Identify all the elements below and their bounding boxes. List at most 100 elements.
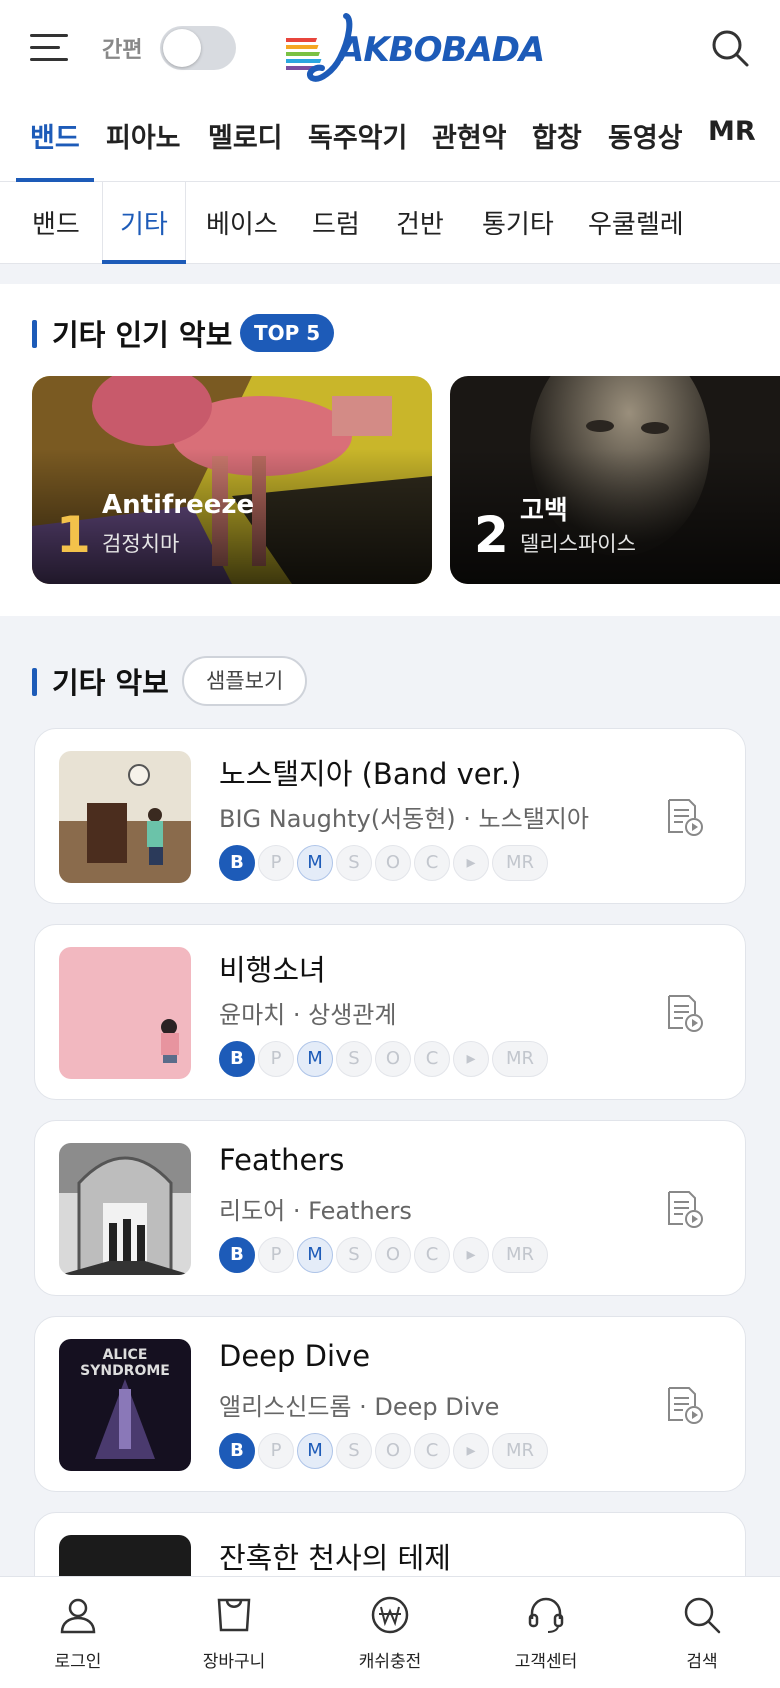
popular-sheets-section: 기타 인기 악보 TOP 5 1 Antifreeze 검정치마 2 고백 델리… — [0, 284, 780, 616]
search-icon[interactable] — [710, 28, 750, 68]
album-thumbnail — [59, 1143, 191, 1275]
album-thumbnail — [59, 947, 191, 1079]
sheet-list-item[interactable]: ALICE SYNDROME Deep Dive 앨리스신드롬 · Deep D… — [34, 1316, 746, 1492]
subtab-guitar[interactable]: 기타 — [120, 204, 168, 241]
top5-badge: TOP 5 — [240, 314, 335, 352]
chip-c[interactable]: C — [414, 1433, 450, 1469]
subtab-keyboard[interactable]: 건반 — [396, 204, 444, 241]
rank-number: 1 — [56, 506, 91, 564]
chip-b[interactable]: B — [219, 1237, 255, 1273]
simple-mode-label: 간편 — [102, 38, 143, 63]
nav-label: 장바구니 — [202, 1652, 266, 1672]
sheet-list-item[interactable]: 비행소녀 윤마치 · 상생관계 B P M S O C ▸ MR — [34, 924, 746, 1100]
search-icon — [684, 1597, 721, 1634]
card-gradient — [32, 376, 432, 584]
sheet-list-item[interactable]: 노스탤지아 (Band ver.) BIG Naughty(서동현) · 노스탤… — [34, 728, 746, 904]
subtab-acoustic-guitar[interactable]: 통기타 — [482, 204, 554, 241]
chip-b[interactable]: B — [219, 1433, 255, 1469]
chip-s[interactable]: S — [336, 1041, 372, 1077]
chip-p[interactable]: P — [258, 1041, 294, 1077]
sheet-list-item[interactable]: Feathers 리도어 · Feathers B P M S O C ▸ MR — [34, 1120, 746, 1296]
sheet-preview-icon[interactable] — [665, 1385, 705, 1425]
sheet-preview-icon[interactable] — [665, 1189, 705, 1229]
sheet-artist: BIG Naughty(서동현) · 노스탤지아 — [219, 805, 589, 833]
chip-s[interactable]: S — [336, 1433, 372, 1469]
chip-m[interactable]: M — [297, 1433, 333, 1469]
sheet-artist: 리도어 · Feathers — [219, 1197, 412, 1225]
person-icon — [60, 1598, 96, 1634]
chip-o[interactable]: O — [375, 845, 411, 881]
popular-card-artist: 검정치마 — [102, 532, 180, 556]
popular-card[interactable]: 1 Antifreeze 검정치마 — [32, 376, 432, 584]
tab-choir[interactable]: 합창 — [532, 116, 582, 155]
chip-o[interactable]: O — [375, 1433, 411, 1469]
tab-band[interactable]: 밴드 — [30, 116, 80, 155]
chip-p[interactable]: P — [258, 1433, 294, 1469]
chip-c[interactable]: C — [414, 845, 450, 881]
sheet-title: Deep Dive — [219, 1339, 371, 1373]
tab-mr[interactable]: MR — [708, 116, 756, 147]
subtab-bass[interactable]: 베이스 — [206, 204, 278, 241]
sample-view-button[interactable]: 샘플보기 — [182, 656, 308, 706]
nav-customer-center[interactable]: 고객센터 — [468, 1577, 624, 1688]
chip-c[interactable]: C — [414, 1041, 450, 1077]
nav-search[interactable]: 검색 — [624, 1577, 780, 1688]
rank-number: 2 — [474, 506, 509, 564]
chip-mr[interactable]: MR — [492, 1433, 548, 1469]
tab-orchestra[interactable]: 관현악 — [432, 116, 507, 155]
tab-solo-instrument[interactable]: 독주악기 — [308, 116, 407, 155]
main-category-tabs: 밴드 피아노 멜로디 독주악기 관현악 합창 동영상 MR — [0, 98, 780, 182]
guitar-sheets-title: 기타 악보 — [52, 666, 169, 700]
headset-icon — [528, 1597, 564, 1633]
album-thumbnail — [59, 751, 191, 883]
sheet-title: 비행소녀 — [219, 953, 326, 987]
tab-video[interactable]: 동영상 — [608, 116, 683, 155]
chip-s[interactable]: S — [336, 845, 372, 881]
chip-o[interactable]: O — [375, 1041, 411, 1077]
sheet-artist: 윤마치 · 상생관계 — [219, 1001, 397, 1029]
sheet-artist: 앨리스신드롬 · Deep Dive — [219, 1393, 500, 1421]
sheet-title: 잔혹한 천사의 테제 — [219, 1541, 451, 1575]
chip-b[interactable]: B — [219, 845, 255, 881]
nav-cash-charge[interactable]: 캐쉬충전 — [312, 1577, 468, 1688]
popular-card-title: Antifreeze — [102, 490, 255, 520]
chip-b[interactable]: B — [219, 1041, 255, 1077]
album-cover-text: ALICE SYNDROME — [80, 1347, 170, 1379]
tab-piano[interactable]: 피아노 — [106, 116, 181, 155]
chip-play[interactable]: ▸ — [453, 1433, 489, 1469]
popular-card-title: 고백 — [520, 496, 568, 526]
chip-p[interactable]: P — [258, 1237, 294, 1273]
simple-mode-toggle[interactable] — [160, 26, 236, 70]
sheet-preview-icon[interactable] — [665, 993, 705, 1033]
chip-play[interactable]: ▸ — [453, 1041, 489, 1077]
chip-o[interactable]: O — [375, 1237, 411, 1273]
sheet-preview-icon[interactable] — [665, 797, 705, 837]
chip-m[interactable]: M — [297, 845, 333, 881]
popular-card[interactable]: 2 고백 델리스파이스 — [450, 376, 780, 584]
tab-melody[interactable]: 멜로디 — [208, 116, 283, 155]
chip-play[interactable]: ▸ — [453, 845, 489, 881]
chip-mr[interactable]: MR — [492, 1237, 548, 1273]
nav-login[interactable]: 로그인 — [0, 1577, 156, 1688]
chip-c[interactable]: C — [414, 1237, 450, 1273]
subtab-band[interactable]: 밴드 — [32, 204, 80, 241]
chip-m[interactable]: M — [297, 1237, 333, 1273]
chip-mr[interactable]: MR — [492, 1041, 548, 1077]
nav-label: 캐쉬충전 — [358, 1652, 422, 1672]
chip-s[interactable]: S — [336, 1237, 372, 1273]
chip-m[interactable]: M — [297, 1041, 333, 1077]
bottom-navigation: 로그인 장바구니 캐쉬충전 고객센터 검색 — [0, 1576, 780, 1688]
chip-mr[interactable]: MR — [492, 845, 548, 881]
popular-card-artist: 델리스파이스 — [520, 532, 636, 556]
nav-cart[interactable]: 장바구니 — [156, 1577, 312, 1688]
subtab-drum[interactable]: 드럼 — [312, 204, 360, 241]
sub-category-tabs: 밴드 기타 베이스 드럼 건반 통기타 우쿨렐레 — [0, 182, 780, 264]
won-coin-icon — [371, 1596, 409, 1634]
shopping-bag-icon — [217, 1598, 251, 1632]
chip-p[interactable]: P — [258, 845, 294, 881]
chip-play[interactable]: ▸ — [453, 1237, 489, 1273]
section-accent-bar — [32, 320, 37, 348]
subtab-ukulele[interactable]: 우쿨렐레 — [588, 204, 684, 241]
hamburger-icon[interactable] — [30, 34, 70, 62]
akbobada-logo[interactable]: AKBOBADA — [286, 8, 545, 88]
